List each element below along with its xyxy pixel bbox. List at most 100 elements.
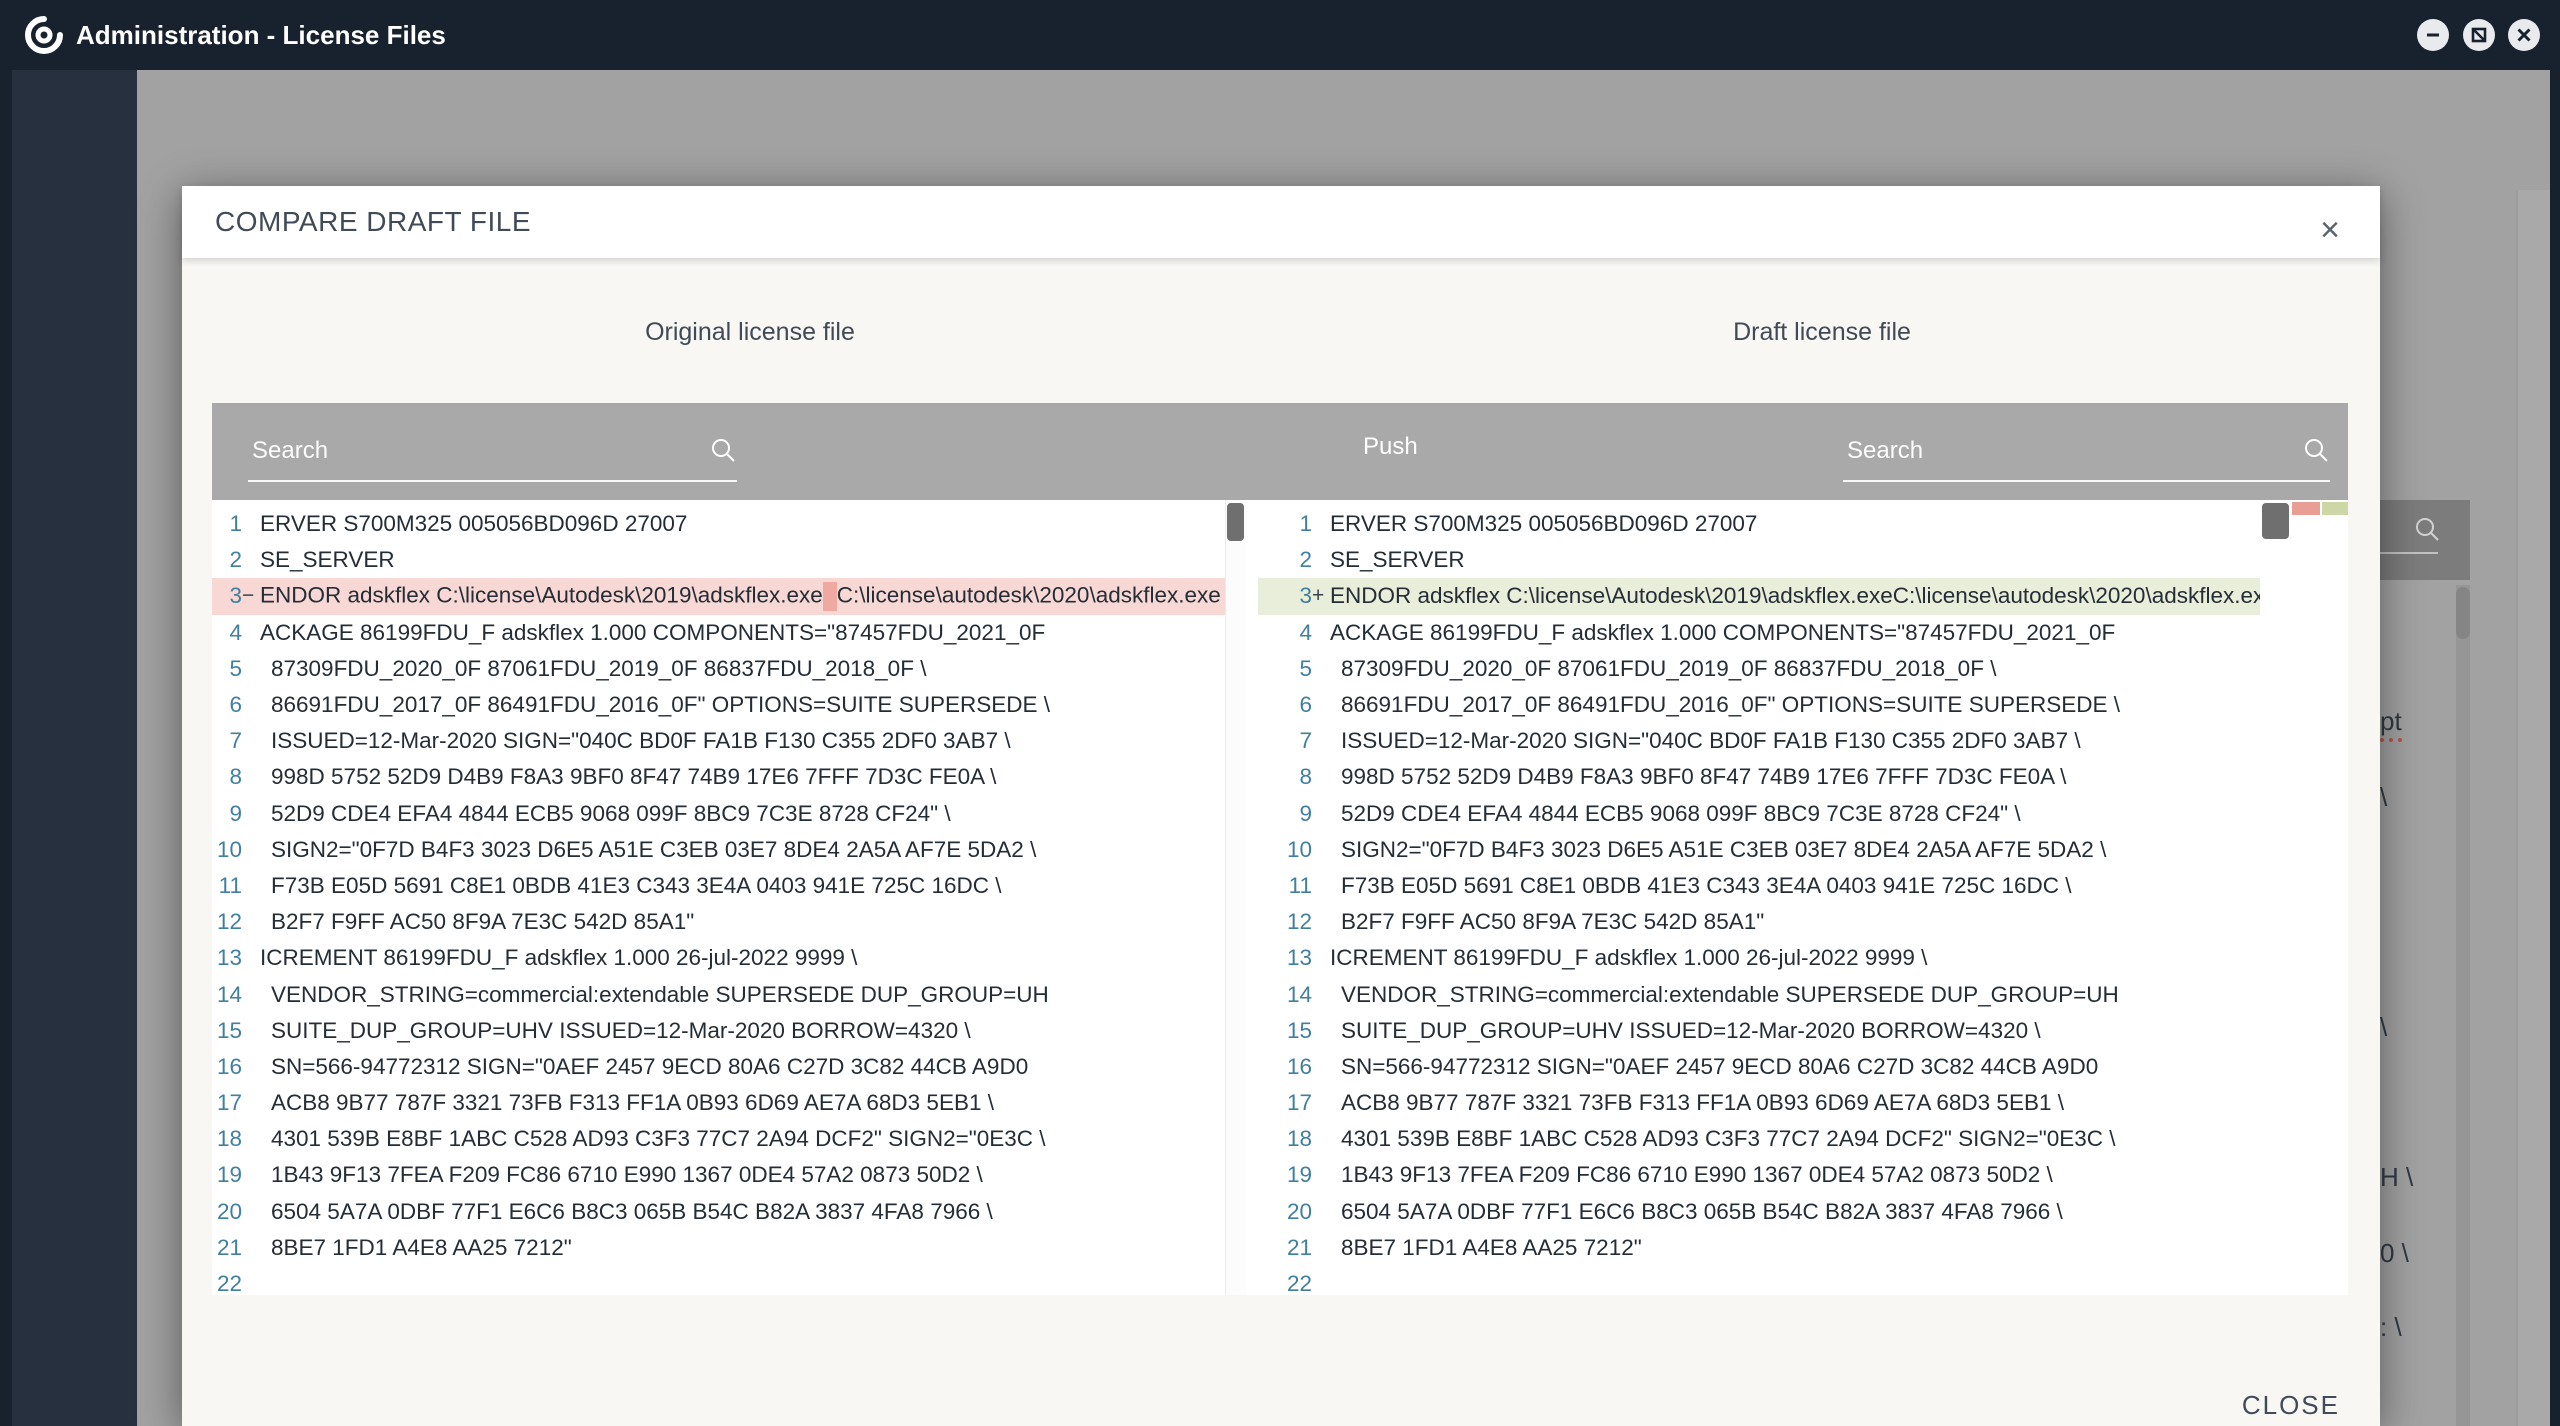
line-text: VENDOR_STRING=commercial:extendable SUPE… (1324, 982, 2119, 1008)
original-scrollbar-track[interactable] (1225, 500, 1246, 1295)
line-text: 52D9 CDE4 EFA4 4844 ECB5 9068 099F 8BC9 … (1324, 801, 2021, 827)
line-text: ACB8 9B77 787F 3321 73FB F313 FF1A 0B93 … (254, 1090, 994, 1116)
line-number: 20 (212, 1199, 242, 1225)
background-text-fragment: 0 \ (2380, 1238, 2409, 1269)
line-text: 1B43 9F13 7FEA F209 FC86 6710 E990 1367 … (254, 1162, 983, 1188)
background-text-fragment: : \ (2380, 1312, 2402, 1343)
modal-close-icon[interactable]: × (2308, 208, 2352, 252)
minimize-icon (2424, 26, 2442, 44)
app-logo-icon (24, 15, 64, 55)
window-frame-right (2550, 0, 2560, 1426)
line-number: 3 (212, 583, 242, 609)
original-search-input[interactable] (250, 432, 694, 470)
diff-line-20: 206504 5A7A 0DBF 77F1 E6C6 B8C3 065B B54… (1258, 1194, 2260, 1230)
line-text: 87309FDU_2020_0F 87061FDU_2019_0F 86837F… (254, 656, 926, 682)
line-text: ACKAGE 86199FDU_F adskflex 1.000 COMPONE… (1324, 620, 2115, 646)
maximize-button[interactable] (2463, 19, 2495, 51)
draft-scrollbar-thumb[interactable] (2262, 503, 2289, 539)
diff-line-2: 2SE_SERVER (1258, 542, 2260, 578)
line-text: 86691FDU_2017_0F 86491FDU_2016_0F" OPTIO… (1324, 692, 2120, 718)
line-text: VENDOR_STRING=commercial:extendable SUPE… (254, 982, 1049, 1008)
line-number: 22 (212, 1271, 242, 1295)
minimize-button[interactable] (2417, 19, 2449, 51)
search-icon[interactable] (2303, 437, 2329, 463)
line-number: 7 (212, 728, 242, 754)
line-number: 1 (212, 511, 242, 537)
line-number: 2 (212, 547, 242, 573)
line-text: 87309FDU_2020_0F 87061FDU_2019_0F 86837F… (1324, 656, 1996, 682)
line-number: 22 (1258, 1271, 1312, 1295)
line-text: ENDOR adskflex C:\license\Autodesk\2019\… (1324, 583, 2260, 609)
diff-line-7: 7ISSUED=12-Mar-2020 SIGN="040C BD0F FA1B… (212, 723, 1225, 759)
diff-line-5: 587309FDU_2020_0F 87061FDU_2019_0F 86837… (212, 651, 1225, 687)
modal-title: COMPARE DRAFT FILE (215, 186, 531, 258)
line-text: 4301 539B E8BF 1ABC C528 AD93 C3F3 77C7 … (1324, 1126, 2116, 1152)
push-button[interactable]: Push (1363, 433, 1418, 461)
diff-line-10: 10SIGN2="0F7D B4F3 3023 D6E5 A51E C3EB 0… (1258, 832, 2260, 868)
diff-line-11: 11 F73B E05D 5691 C8E1 0BDB 41E3 C343 3E4… (212, 868, 1225, 904)
close-button[interactable]: CLOSE (2200, 1390, 2340, 1426)
maximize-icon (2470, 26, 2488, 44)
line-text: 86691FDU_2017_0F 86491FDU_2016_0F" OPTIO… (254, 692, 1050, 718)
background-search-icon (2414, 516, 2440, 542)
line-text: ICREMENT 86199FDU_F adskflex 1.000 26-ju… (1324, 945, 1927, 971)
line-text: 52D9 CDE4 EFA4 4844 ECB5 9068 099F 8BC9 … (254, 801, 951, 827)
line-number: 6 (1258, 692, 1312, 718)
line-number: 10 (212, 837, 242, 863)
window-titlebar: Administration - License Files (0, 0, 2560, 70)
line-number: 11 (212, 873, 242, 899)
diff-line-20: 206504 5A7A 0DBF 77F1 E6C6 B8C3 065B B54… (212, 1194, 1225, 1230)
line-number: 12 (1258, 909, 1312, 935)
diff-line-13: 13 ICREMENT 86199FDU_F adskflex 1.000 26-… (212, 940, 1225, 976)
line-number: 13 (212, 945, 242, 971)
line-text: 8BE7 1FD1 A4E8 AA25 7212" (1324, 1235, 1642, 1261)
diff-line-8: 8998D 5752 52D9 D4B9 F8A3 9BF0 8F47 74B9… (212, 759, 1225, 795)
diff-sign: − (242, 584, 254, 608)
line-text: ERVER S700M325 005056BD096D 27007 (254, 511, 687, 537)
diff-line-16: 16 SN=566-94772312 SIGN="0AEF 2457 9ECD 8… (212, 1049, 1225, 1085)
line-text: 8BE7 1FD1 A4E8 AA25 7212" (254, 1235, 572, 1261)
line-number: 9 (212, 801, 242, 827)
original-scrollbar-thumb[interactable] (1227, 503, 1244, 541)
line-text: B2F7 F9FF AC50 8F9A 7E3C 542D 85A1" (1324, 909, 1764, 935)
line-number: 9 (1258, 801, 1312, 827)
line-text: 4301 539B E8BF 1ABC C528 AD93 C3F3 77C7 … (254, 1126, 1046, 1152)
line-number: 4 (212, 620, 242, 646)
line-number: 1 (1258, 511, 1312, 537)
diff-line-12: 12 B2F7 F9FF AC50 8F9A 7E3C 542D 85A1" (1258, 904, 2260, 940)
line-number: 6 (212, 692, 242, 718)
line-text: 1B43 9F13 7FEA F209 FC86 6710 E990 1367 … (1324, 1162, 2053, 1188)
diff-line-22: 22 (212, 1266, 1225, 1295)
diff-line-19: 19 1B43 9F13 7FEA F209 FC86 6710 E990 136… (212, 1157, 1225, 1193)
background-text-fragment: H \ (2380, 1162, 2413, 1193)
line-text: B2F7 F9FF AC50 8F9A 7E3C 542D 85A1" (254, 909, 694, 935)
line-text: F73B E05D 5691 C8E1 0BDB 41E3 C343 3E4A … (1324, 873, 2072, 899)
line-number: 11 (1258, 873, 1312, 899)
line-number: 14 (1258, 982, 1312, 1008)
diff-line-14: 14 VENDOR_STRING=commercial:extendable SU… (1258, 976, 2260, 1012)
line-number: 21 (212, 1235, 242, 1261)
diff-line-12: 12B2F7 F9FF AC50 8F9A 7E3C 542D 85A1" (212, 904, 1225, 940)
line-number: 4 (1258, 620, 1312, 646)
deleted-segment-marker (823, 582, 837, 611)
line-text: ACB8 9B77 787F 3321 73FB F313 FF1A 0B93 … (1324, 1090, 2064, 1116)
minimap-deletion-marker (2292, 502, 2320, 515)
diff-line-10: 10SIGN2="0F7D B4F3 3023 D6E5 A51E C3EB 0… (212, 832, 1225, 868)
line-text: 6504 5A7A 0DBF 77F1 E6C6 B8C3 065B B54C … (1324, 1199, 2063, 1225)
line-number: 18 (212, 1126, 242, 1152)
line-number: 19 (212, 1162, 242, 1188)
line-text: ICREMENT 86199FDU_F adskflex 1.000 26-ju… (254, 945, 857, 971)
diff-line-15: 15SUITE_DUP_GROUP=UHV ISSUED=12-Mar-2020… (212, 1013, 1225, 1049)
search-icon[interactable] (710, 437, 736, 463)
line-number: 16 (212, 1054, 242, 1080)
line-number: 21 (1258, 1235, 1312, 1261)
draft-search-input[interactable] (1845, 432, 2279, 470)
line-text: F73B E05D 5691 C8E1 0BDB 41E3 C343 3E4A … (254, 873, 1002, 899)
line-text: 998D 5752 52D9 D4B9 F8A3 9BF0 8F47 74B9 … (1324, 764, 2066, 790)
line-text: SE_SERVER (254, 547, 395, 573)
search-underline (1843, 480, 2330, 482)
line-number: 8 (1258, 764, 1312, 790)
window-close-button[interactable] (2508, 19, 2540, 51)
line-number: 10 (1258, 837, 1312, 863)
line-text: SN=566-94772312 SIGN="0AEF 2457 9ECD 80A… (254, 1054, 1028, 1080)
